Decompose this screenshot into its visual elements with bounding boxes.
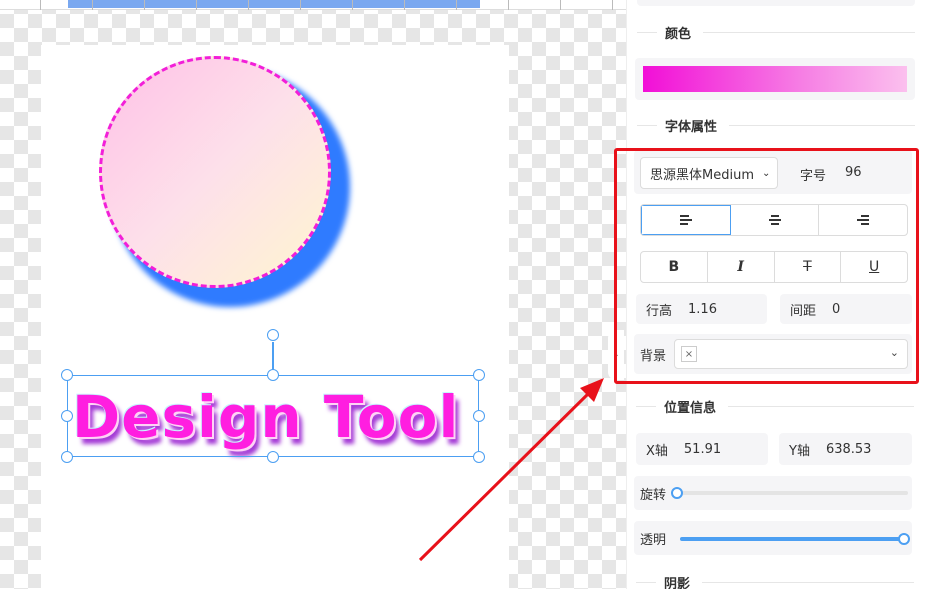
annotation-arrow xyxy=(418,378,604,562)
